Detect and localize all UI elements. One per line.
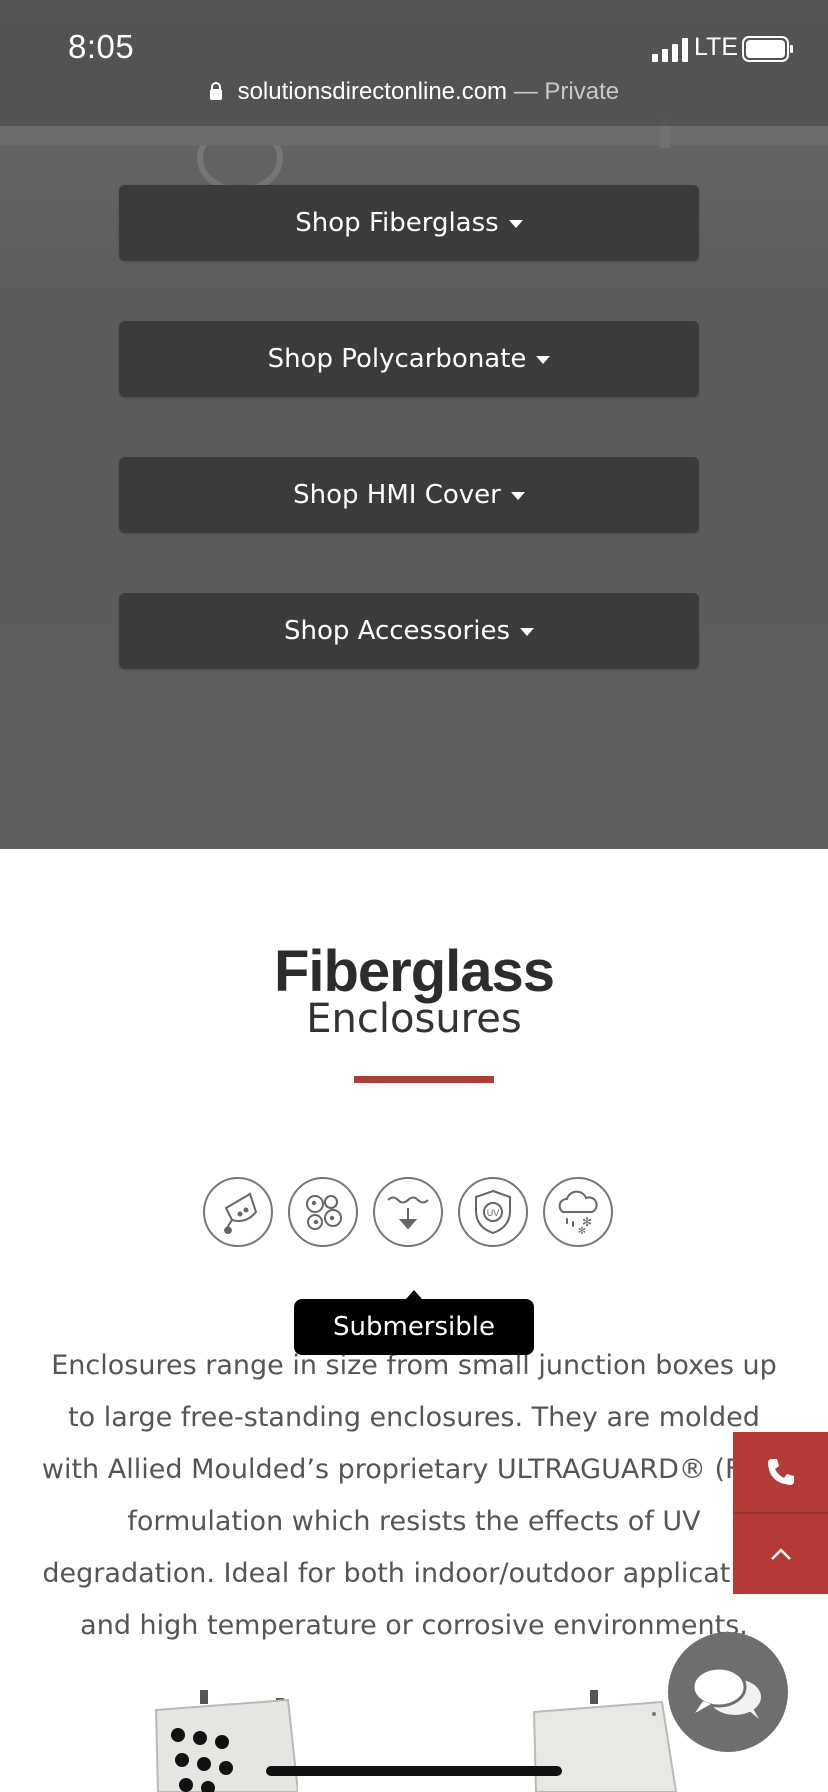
chat-icon — [691, 1666, 761, 1719]
submersible-icon[interactable] — [373, 1177, 443, 1247]
product-image-enclosure-left[interactable] — [148, 1690, 298, 1792]
svg-text:✻: ✻ — [578, 1226, 586, 1236]
feature-icon-row: UV ✻ ✻ — [203, 1177, 613, 1249]
feature-tooltip: Submersible — [294, 1290, 534, 1355]
chevron-up-icon — [770, 1548, 791, 1560]
section-title: Fiberglass — [273, 939, 555, 1004]
lock-icon — [209, 82, 222, 100]
hero-banner: 8:05 LTE solutionsdirectonline.com — Pri… — [0, 0, 828, 849]
caret-down-icon — [508, 220, 523, 228]
chemical-resistant-icon[interactable] — [203, 1177, 273, 1247]
home-indicator[interactable] — [266, 1766, 562, 1776]
shop-hmi-cover-label: Shop HMI Cover — [293, 480, 501, 510]
caret-down-icon — [536, 356, 551, 364]
status-bar: 8:05 LTE solutionsdirectonline.com — Pri… — [0, 0, 828, 126]
weather-resistant-icon[interactable]: ✻ ✻ — [543, 1177, 613, 1247]
section-subtitle: Enclosures — [306, 996, 522, 1042]
tooltip-text: Submersible — [333, 1312, 495, 1342]
svg-text:UV: UV — [487, 1208, 500, 1218]
caret-down-icon — [510, 492, 525, 500]
product-image-enclosure-right[interactable] — [530, 1690, 680, 1792]
shop-polycarbonate-label: Shop Polycarbonate — [267, 344, 527, 374]
url-text: solutionsdirectonline.com — [237, 78, 508, 105]
shop-accessories-label: Shop Accessories — [283, 616, 511, 646]
title-divider — [354, 1076, 494, 1083]
call-button[interactable] — [733, 1432, 828, 1512]
shop-fiberglass-label: Shop Fiberglass — [295, 208, 499, 238]
chat-button[interactable] — [668, 1632, 788, 1752]
shop-fiberglass-button[interactable]: Shop Fiberglass — [119, 185, 699, 261]
back-to-top-button[interactable] — [733, 1514, 828, 1594]
phone-icon — [767, 1459, 794, 1485]
battery-icon — [742, 36, 793, 62]
caret-down-icon — [520, 628, 535, 636]
dust-tight-icon[interactable] — [288, 1177, 358, 1247]
network-type: LTE — [694, 33, 738, 61]
status-time: 8:05 — [68, 28, 135, 65]
shop-hmi-cover-button[interactable]: Shop HMI Cover — [119, 457, 699, 533]
signal-icon — [652, 38, 688, 62]
address-bar[interactable]: solutionsdirectonline.com — Private — [0, 78, 828, 106]
private-label: — Private — [513, 78, 620, 105]
uv-resistant-icon[interactable]: UV — [458, 1177, 528, 1247]
shop-accessories-button[interactable]: Shop Accessories — [119, 593, 699, 669]
shop-polycarbonate-button[interactable]: Shop Polycarbonate — [119, 321, 699, 397]
section-description: Enclosures range in size from small junc… — [41, 1350, 787, 1641]
